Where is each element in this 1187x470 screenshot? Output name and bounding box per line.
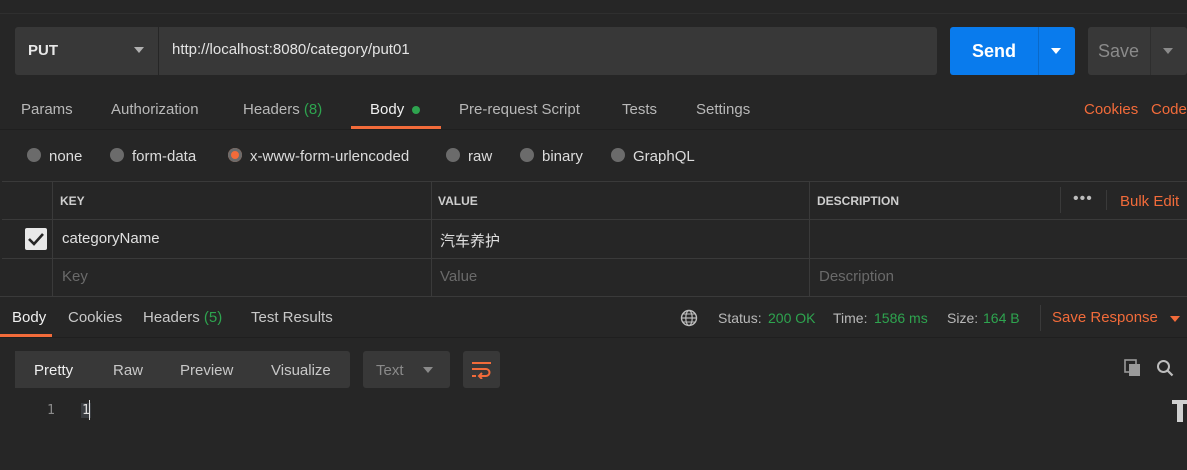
row-value[interactable]: 汽车养护 xyxy=(440,230,500,251)
description-input[interactable]: Description xyxy=(819,268,894,285)
divider xyxy=(0,296,1187,297)
checkmark-icon xyxy=(28,233,44,246)
top-strip xyxy=(0,0,1187,14)
time-label: Time: xyxy=(833,310,868,326)
chevron-down-icon xyxy=(423,367,433,373)
table-col-divider xyxy=(1060,187,1061,213)
tab-body[interactable]: Body xyxy=(370,101,404,118)
response-tab-headers-label: Headers xyxy=(143,309,200,326)
line-number: 1 xyxy=(47,403,55,418)
divider xyxy=(0,337,1187,338)
method-label: PUT xyxy=(28,42,58,59)
view-raw-button[interactable]: Raw xyxy=(113,362,143,379)
save-button[interactable]: Save xyxy=(1088,27,1187,75)
chevron-down-icon[interactable] xyxy=(1163,48,1173,54)
response-tab-test-results[interactable]: Test Results xyxy=(251,309,333,326)
chevron-down-icon xyxy=(134,47,144,53)
radio-label-binary[interactable]: binary xyxy=(542,148,583,165)
radio-label-graphql[interactable]: GraphQL xyxy=(633,148,695,165)
params-table xyxy=(2,181,1187,297)
tab-headers-label: Headers xyxy=(243,101,300,118)
tab-tests[interactable]: Tests xyxy=(622,101,657,118)
wrap-lines-button[interactable] xyxy=(463,351,500,388)
url-input[interactable]: http://localhost:8080/category/put01 xyxy=(172,41,410,58)
send-label: Send xyxy=(971,41,1016,61)
radio-urlencoded[interactable] xyxy=(228,148,242,162)
divider xyxy=(1150,27,1151,75)
chevron-down-icon[interactable] xyxy=(1051,48,1061,54)
status-label: Status: xyxy=(718,310,762,326)
radio-graphql[interactable] xyxy=(611,148,625,162)
table-row-divider xyxy=(2,219,1187,220)
globe-icon[interactable] xyxy=(680,309,698,327)
divider xyxy=(1040,305,1041,331)
radio-binary[interactable] xyxy=(520,148,534,162)
time-value: 1586 ms xyxy=(874,310,928,326)
table-row-divider xyxy=(2,258,1187,259)
response-tab-body[interactable]: Body xyxy=(12,309,46,326)
wrap-icon xyxy=(472,362,491,379)
bulk-edit-link[interactable]: Bulk Edit xyxy=(1120,193,1179,210)
body-status-dot xyxy=(412,106,420,114)
tab-authorization[interactable]: Authorization xyxy=(111,101,199,118)
table-col-divider xyxy=(431,181,432,296)
column-header-value: VALUE xyxy=(438,194,478,208)
tab-params[interactable]: Params xyxy=(21,101,73,118)
tab-headers[interactable]: Headers (8) xyxy=(243,101,322,118)
column-header-key: KEY xyxy=(60,194,85,208)
key-input[interactable]: Key xyxy=(62,268,88,285)
status-value: 200 OK xyxy=(768,310,816,326)
cookies-link[interactable]: Cookies xyxy=(1084,101,1138,118)
copy-icon[interactable] xyxy=(1124,359,1142,377)
code-link[interactable]: Code xyxy=(1151,101,1187,118)
radio-form-data[interactable] xyxy=(110,148,124,162)
scrollbar[interactable] xyxy=(1172,400,1187,470)
text-cursor xyxy=(89,400,90,420)
chevron-down-icon[interactable] xyxy=(1170,316,1180,322)
size-value: 164 B xyxy=(983,310,1020,326)
response-headers-count: (5) xyxy=(203,309,223,326)
more-options-icon[interactable]: ••• xyxy=(1073,190,1093,208)
method-select[interactable]: PUT xyxy=(15,27,159,75)
radio-label-urlencoded[interactable]: x-www-form-urlencoded xyxy=(250,148,409,165)
view-visualize-button[interactable]: Visualize xyxy=(271,362,331,379)
value-input[interactable]: Value xyxy=(440,268,477,285)
column-header-description: DESCRIPTION xyxy=(817,194,900,208)
radio-none[interactable] xyxy=(27,148,41,162)
response-tab-headers[interactable]: Headers (5) xyxy=(143,309,222,326)
radio-label-form-data[interactable]: form-data xyxy=(132,148,196,165)
radio-label-raw[interactable]: raw xyxy=(468,148,492,165)
view-pretty-button[interactable]: Pretty xyxy=(34,362,73,379)
send-button[interactable]: Send xyxy=(950,27,1075,75)
save-response-button[interactable]: Save Response xyxy=(1052,309,1158,326)
format-select[interactable]: Text xyxy=(363,351,450,388)
table-col-divider xyxy=(809,181,810,296)
size-label: Size: xyxy=(947,310,979,326)
table-col-divider xyxy=(52,181,53,296)
radio-raw[interactable] xyxy=(446,148,460,162)
row-checkbox[interactable] xyxy=(25,228,47,250)
divider xyxy=(1038,27,1039,75)
save-label: Save xyxy=(1098,41,1140,61)
tab-settings[interactable]: Settings xyxy=(696,101,750,118)
response-tab-cookies[interactable]: Cookies xyxy=(68,309,122,326)
tab-prerequest-script[interactable]: Pre-request Script xyxy=(459,101,580,118)
table-col-divider xyxy=(1106,190,1107,210)
view-preview-button[interactable]: Preview xyxy=(180,362,233,379)
search-icon[interactable] xyxy=(1156,359,1174,377)
headers-count: (8) xyxy=(303,101,323,118)
divider xyxy=(0,129,1187,130)
format-label: Text xyxy=(376,362,404,379)
row-key[interactable]: categoryName xyxy=(62,230,160,247)
radio-label-none[interactable]: none xyxy=(49,148,82,165)
